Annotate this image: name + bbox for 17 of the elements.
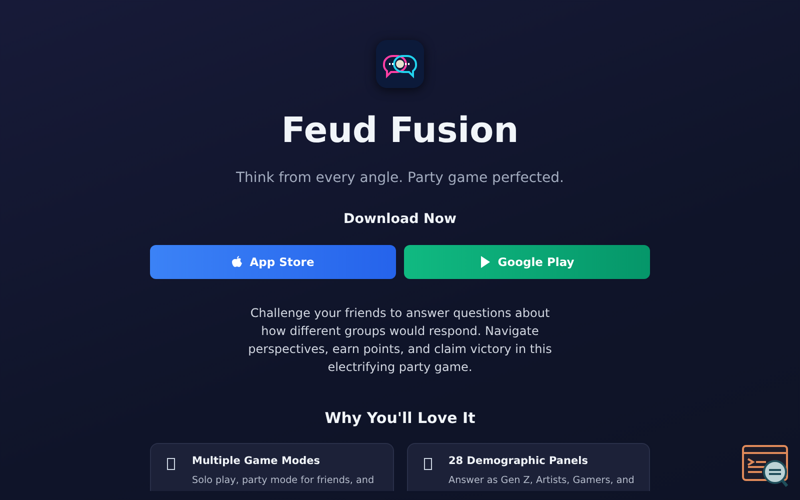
tagline: Think from every angle. Party game perfected. bbox=[235, 169, 565, 188]
feature-title: Multiple Game Modes bbox=[192, 454, 322, 470]
app-store-button[interactable]: App Store bbox=[150, 245, 396, 280]
app-icon bbox=[376, 40, 424, 88]
apple-icon bbox=[232, 256, 242, 268]
missing-glyph-icon bbox=[167, 458, 175, 470]
play-icon bbox=[480, 256, 490, 268]
download-heading: Download Now bbox=[342, 210, 458, 229]
missing-glyph-icon bbox=[424, 458, 432, 470]
app-title: Feud Fusion bbox=[280, 110, 520, 152]
description: Challenge your friends to answer questions about how different groups would respond. Navigate perspectives, earn points, and claim victory in this electrifying party game. bbox=[247, 305, 553, 376]
google-play-button[interactable]: Google Play bbox=[404, 245, 650, 280]
feature-text: Answer as Gen Z, Artists, Gamers, and bbox=[448, 474, 634, 488]
feature-text: Solo play, party mode for friends, and bbox=[192, 474, 374, 488]
feature-title: 28 Demographic Panels bbox=[448, 454, 589, 470]
inspector-icon[interactable] bbox=[742, 445, 790, 487]
features-heading: Why You'll Love It bbox=[324, 409, 476, 428]
